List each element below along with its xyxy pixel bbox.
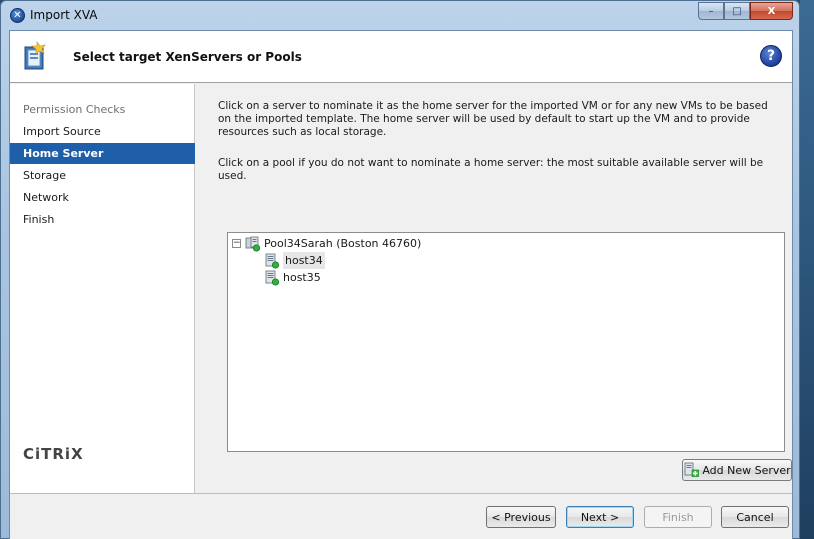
instruction-paragraph-2: Click on a pool if you do not want to no… xyxy=(218,157,764,182)
title-bar[interactable]: ✕ Import XVA – □ X xyxy=(1,1,799,29)
page-title: Select target XenServers or Pools xyxy=(73,50,302,64)
window-title: Import XVA xyxy=(30,8,98,22)
add-new-server-label: Add New Server xyxy=(702,463,791,477)
next-button[interactable]: Next > xyxy=(566,506,634,528)
step-network[interactable]: Network xyxy=(10,187,195,208)
window-controls: – □ X xyxy=(698,2,793,20)
host-icon xyxy=(265,270,280,286)
tree-row-pool[interactable]: − Pool34Sarah (Boston 46760) xyxy=(232,235,421,252)
import-wizard-icon xyxy=(24,41,46,70)
step-import-source[interactable]: Import Source xyxy=(10,121,195,142)
server-tree[interactable]: − Pool34Sarah (Boston 46760) host34 host… xyxy=(227,232,785,452)
collapse-icon[interactable]: − xyxy=(232,239,241,248)
maximize-button[interactable]: □ xyxy=(724,2,750,20)
wizard-step-list: Permission Checks Import Source Home Ser… xyxy=(10,84,195,493)
citrix-logo: CiTRiX xyxy=(23,445,84,463)
step-finish[interactable]: Finish xyxy=(10,209,195,230)
instruction-paragraph-1: Click on a server to nominate it as the … xyxy=(218,100,768,138)
step-home-server[interactable]: Home Server xyxy=(10,143,195,164)
add-server-icon xyxy=(684,462,700,477)
add-new-server-button[interactable]: Add New Server xyxy=(682,459,792,481)
previous-button[interactable]: < Previous xyxy=(486,506,556,528)
wizard-footer: < Previous Next > Finish Cancel xyxy=(10,493,792,539)
close-button[interactable]: X xyxy=(750,2,793,20)
home-server-page: Click on a server to nominate it as the … xyxy=(196,84,792,493)
minimize-button[interactable]: – xyxy=(698,2,724,20)
tree-row-host34[interactable]: host34 xyxy=(264,252,325,269)
wizard-client-area: Select target XenServers or Pools ? Perm… xyxy=(9,30,793,539)
help-icon[interactable]: ? xyxy=(760,45,782,67)
host-label: host35 xyxy=(283,271,321,284)
pool-label: Pool34Sarah (Boston 46760) xyxy=(264,237,422,250)
pool-icon xyxy=(245,236,261,252)
wizard-header: Select target XenServers or Pools ? xyxy=(10,31,792,83)
desktop-background xyxy=(800,0,814,539)
finish-button[interactable]: Finish xyxy=(644,506,712,528)
tree-row-host35[interactable]: host35 xyxy=(264,269,321,286)
step-storage[interactable]: Storage xyxy=(10,165,195,186)
cancel-button[interactable]: Cancel xyxy=(721,506,789,528)
host-label: host34 xyxy=(283,252,325,269)
import-xva-window: ✕ Import XVA – □ X Select target XenServ… xyxy=(0,0,800,539)
xencenter-app-icon: ✕ xyxy=(10,8,25,23)
host-icon xyxy=(265,253,280,269)
step-permission-checks[interactable]: Permission Checks xyxy=(10,99,195,120)
